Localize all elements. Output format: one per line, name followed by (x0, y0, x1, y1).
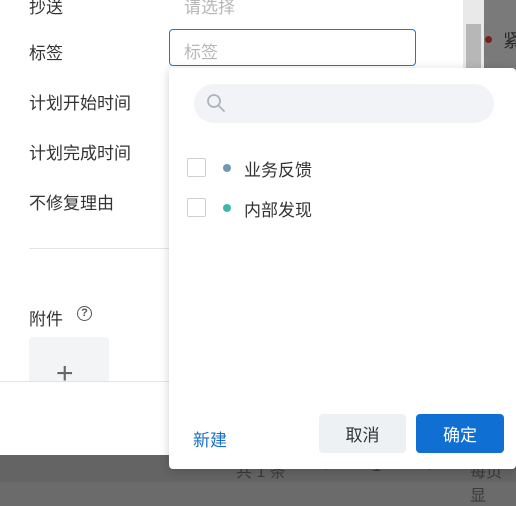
tag-option-label: 业务反馈 (244, 161, 312, 180)
tag-search-input[interactable] (234, 92, 478, 116)
tag-option-checkbox[interactable] (187, 198, 206, 217)
search-icon (207, 94, 225, 112)
plan-end-label: 计划完成时间 (29, 144, 131, 163)
tag-search (194, 84, 494, 123)
status-dot (485, 36, 492, 43)
tag-label: 标签 (29, 44, 63, 63)
attachment-label: 附件 (29, 310, 63, 329)
tag-dropdown: 业务反馈 内部发现 新建 取消 确定 (169, 68, 516, 469)
tag-select-placeholder: 标签 (184, 43, 218, 62)
plan-start-label: 计划开始时间 (29, 94, 131, 113)
form-divider (29, 248, 179, 249)
tag-option-checkbox[interactable] (187, 158, 206, 177)
scrollbar-thumb[interactable] (466, 24, 481, 70)
tag-color-dot (223, 164, 231, 172)
tag-option-internal-found[interactable]: 内部发现 (187, 198, 387, 220)
new-tag-link[interactable]: 新建 (193, 426, 227, 451)
help-icon[interactable]: ? (77, 306, 92, 321)
tag-option-business-feedback[interactable]: 业务反馈 (187, 158, 387, 180)
cc-select[interactable]: 请选择 (184, 0, 235, 18)
cancel-button[interactable]: 取消 (319, 414, 406, 453)
tag-select[interactable]: 标签 (169, 29, 416, 66)
background-priority-text: 紧 (503, 31, 516, 51)
tag-option-label: 内部发现 (244, 201, 312, 220)
cc-label: 抄送 (29, 0, 63, 17)
no-fix-reason-label: 不修复理由 (29, 194, 114, 213)
tag-color-dot (223, 204, 231, 212)
confirm-button[interactable]: 确定 (416, 414, 504, 453)
